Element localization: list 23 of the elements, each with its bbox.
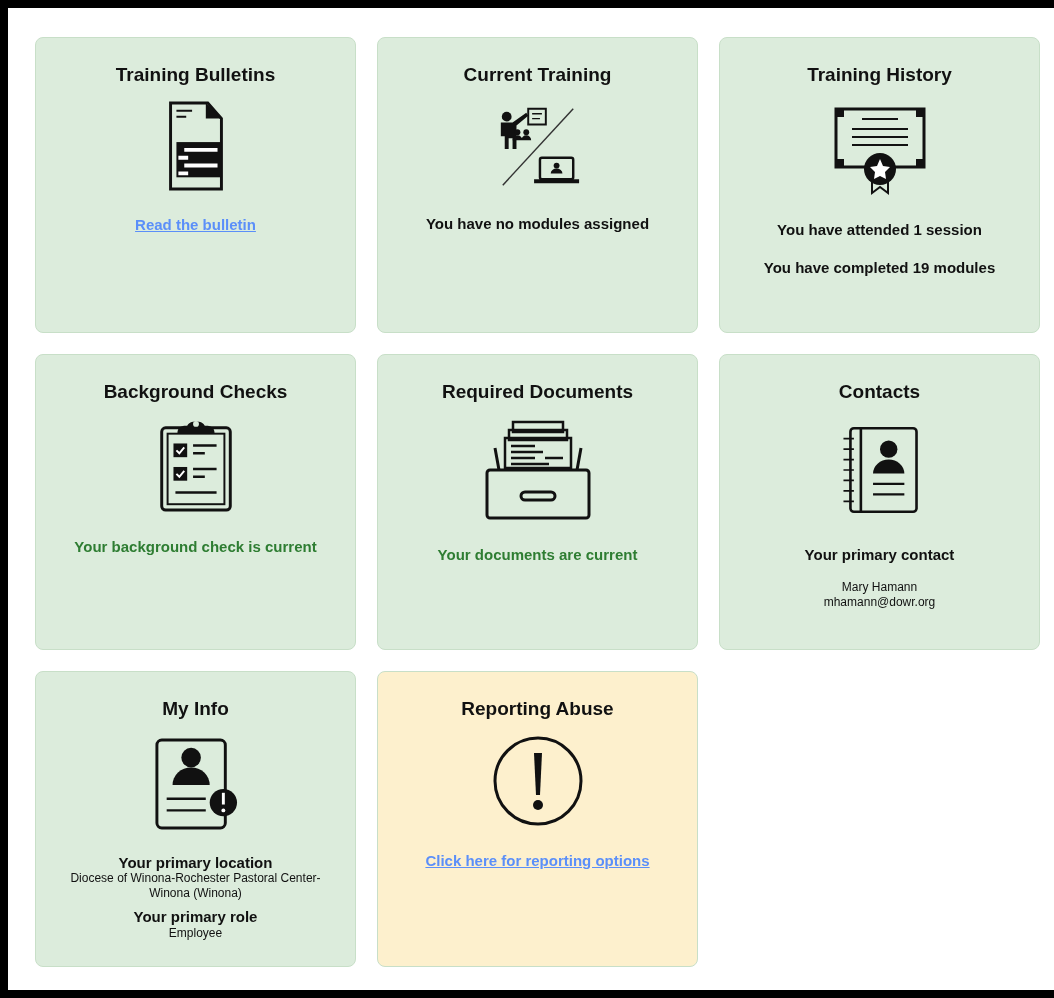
info-value: Employee bbox=[167, 925, 224, 941]
status-text: Your documents are current bbox=[436, 544, 639, 565]
summary-text: You have attended 1 session bbox=[776, 219, 983, 240]
tile-title: Current Training bbox=[462, 64, 613, 87]
info-value: Diocese of Winona-Rochester Pastoral Center-Winona (Winona) bbox=[69, 871, 322, 902]
tile-title: Background Checks bbox=[102, 381, 289, 404]
info-label: Your primary location bbox=[117, 854, 274, 872]
link[interactable]: Read the bulletin bbox=[135, 215, 256, 233]
summary-text: You have completed 19 modules bbox=[762, 258, 997, 279]
tile-title: Reporting Abuse bbox=[460, 698, 615, 721]
tile-title: Contacts bbox=[837, 381, 922, 404]
info-value: mhamann@dowr.org bbox=[822, 595, 937, 611]
info-label: Your primary role bbox=[132, 909, 259, 926]
tile-title: Training Bulletins bbox=[114, 64, 277, 87]
summary-text: Your primary contact bbox=[803, 544, 956, 565]
tile-title: Required Documents bbox=[440, 381, 635, 404]
link[interactable]: Click here for reporting options bbox=[425, 851, 650, 869]
tile-title: My Info bbox=[161, 698, 230, 721]
tile-title: Training History bbox=[806, 64, 953, 87]
alert-icon bbox=[491, 734, 584, 827]
summary-text: You have no modules assigned bbox=[424, 213, 651, 234]
info-value: Mary Hamann bbox=[840, 580, 919, 596]
status-text: Your background check is current bbox=[73, 536, 318, 557]
